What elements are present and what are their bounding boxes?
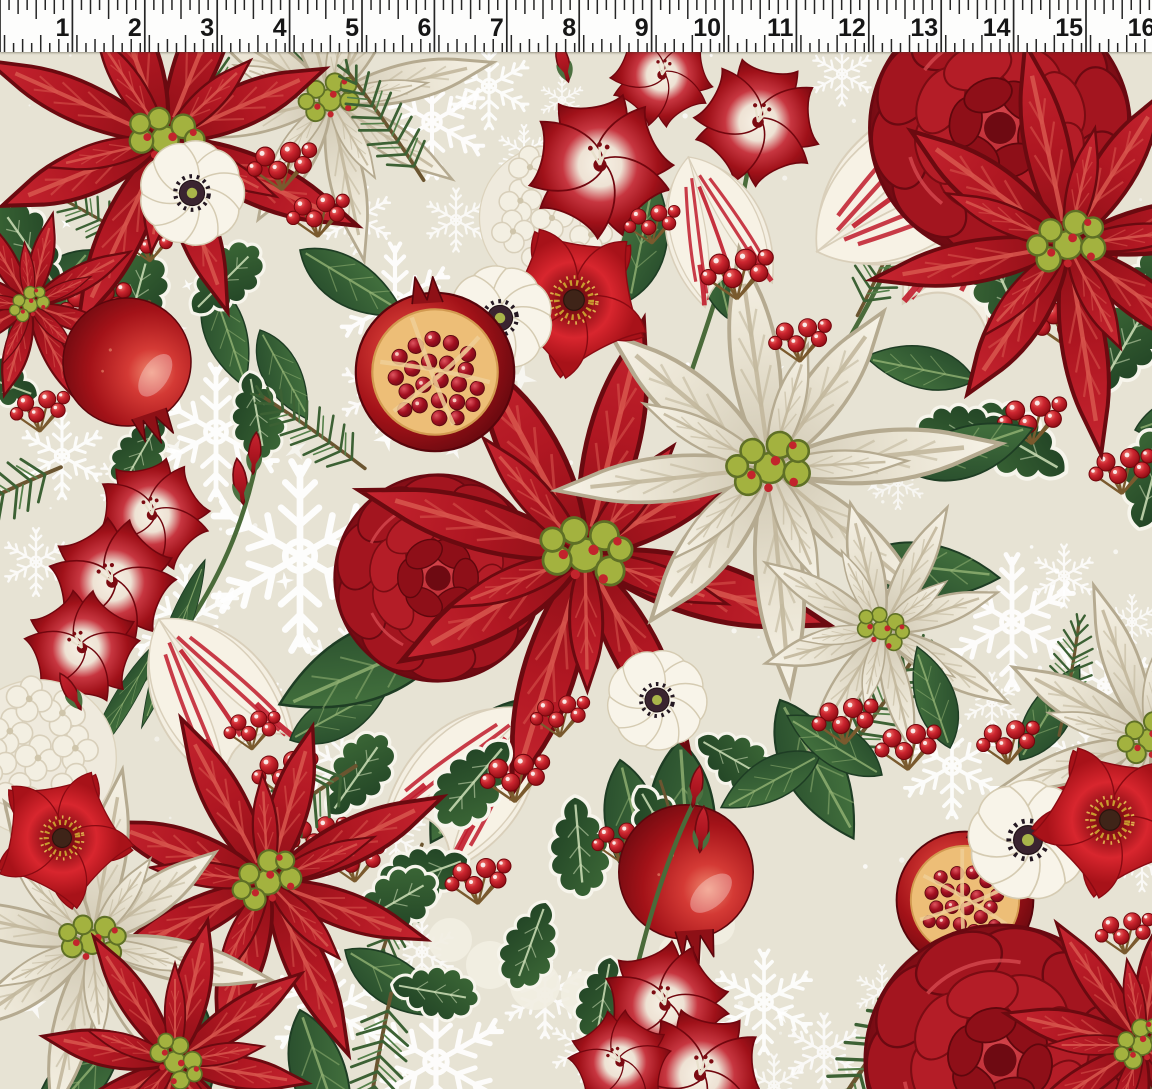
snow-dot (219, 528, 222, 531)
fabric-print (0, 0, 1152, 1089)
snow-dot (779, 1032, 782, 1035)
snow-dot (899, 857, 905, 863)
ruler-number: 7 (490, 14, 504, 42)
snow-dot (1006, 631, 1009, 634)
snow-dot (650, 775, 653, 778)
snow-dot (469, 96, 472, 99)
ruler-number: 1 (55, 14, 69, 42)
snow-dot (69, 54, 71, 56)
ruler-number: 14 (983, 14, 1011, 42)
ruler-number: 16 (1128, 14, 1152, 42)
snow-dot (956, 743, 961, 748)
ruler-number: 5 (345, 14, 359, 42)
snow-dot (731, 628, 736, 633)
ruler: 12345678910111213141516 (0, 0, 1152, 52)
ruler-number: 10 (693, 14, 721, 42)
ruler-number: 6 (417, 14, 431, 42)
ruler-number: 12 (838, 14, 866, 42)
ruler-number: 3 (200, 14, 214, 42)
snow-dot (710, 54, 713, 57)
snow-dot (1054, 568, 1059, 573)
ruler-number: 13 (910, 14, 938, 42)
snow-dot (1139, 198, 1142, 201)
snow-dot (169, 817, 172, 820)
snow-dot (738, 1001, 743, 1006)
ruler-number: 9 (635, 14, 649, 42)
snow-dot (1113, 549, 1118, 554)
snow-dot (154, 737, 159, 742)
snow-dot (28, 104, 30, 106)
snow-dot (757, 636, 760, 639)
fabric-swatch-photo: 12345678910111213141516 (0, 0, 1152, 1089)
snow-dot (253, 523, 258, 528)
ruler-number: 4 (273, 14, 287, 42)
snow-dot (49, 507, 51, 509)
ruler-number: 8 (562, 14, 576, 42)
snow-dot (682, 113, 687, 118)
ruler-number: 11 (767, 14, 794, 42)
snow-dot (1030, 545, 1034, 549)
snow-dot (829, 1061, 832, 1064)
ruler-scale: 12345678910111213141516 (0, 0, 1152, 52)
snow-dot (852, 119, 856, 123)
ruler-number: 2 (128, 14, 142, 42)
snow-dot (881, 500, 884, 503)
snow-dot (518, 135, 523, 140)
ruler-number: 15 (1055, 14, 1083, 42)
snow-dot (863, 864, 868, 869)
snow-dot (782, 176, 787, 181)
